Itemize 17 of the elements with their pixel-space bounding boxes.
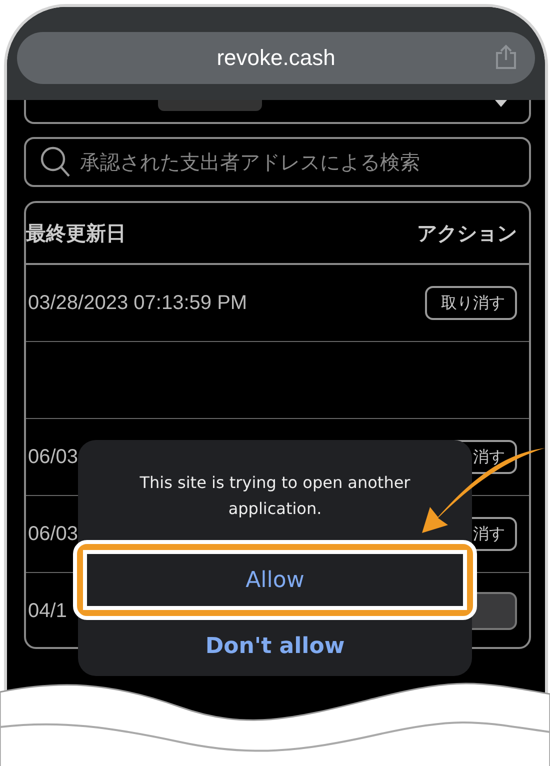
table-cell: 06/03 — [28, 522, 78, 546]
revoke-button[interactable]: 取り消す — [425, 286, 517, 320]
table-cell: 06/03 — [28, 446, 78, 468]
filter-box[interactable] — [24, 100, 531, 124]
share-icon[interactable] — [495, 44, 517, 70]
placeholder-text: 承認された支出者アドレスによる検索 — [80, 150, 420, 176]
table-cell: 03/28/2023 07:13:59 PM — [28, 292, 248, 314]
dialog-message: This site is trying to open another application. — [138, 472, 412, 520]
allow-button[interactable]: Allow — [83, 550, 467, 610]
search-icon — [40, 146, 70, 178]
address-text: revoke.cash — [216, 45, 336, 71]
address-bar[interactable]: revoke.cash — [17, 32, 535, 84]
column-header: 最終更新日 — [26, 222, 126, 246]
filter-chip[interactable] — [158, 100, 262, 111]
table-cell: 04/1 — [28, 600, 67, 622]
column-header: アクション — [417, 222, 517, 246]
search-field[interactable]: 承認された支出者アドレスによる検索 — [24, 137, 531, 187]
